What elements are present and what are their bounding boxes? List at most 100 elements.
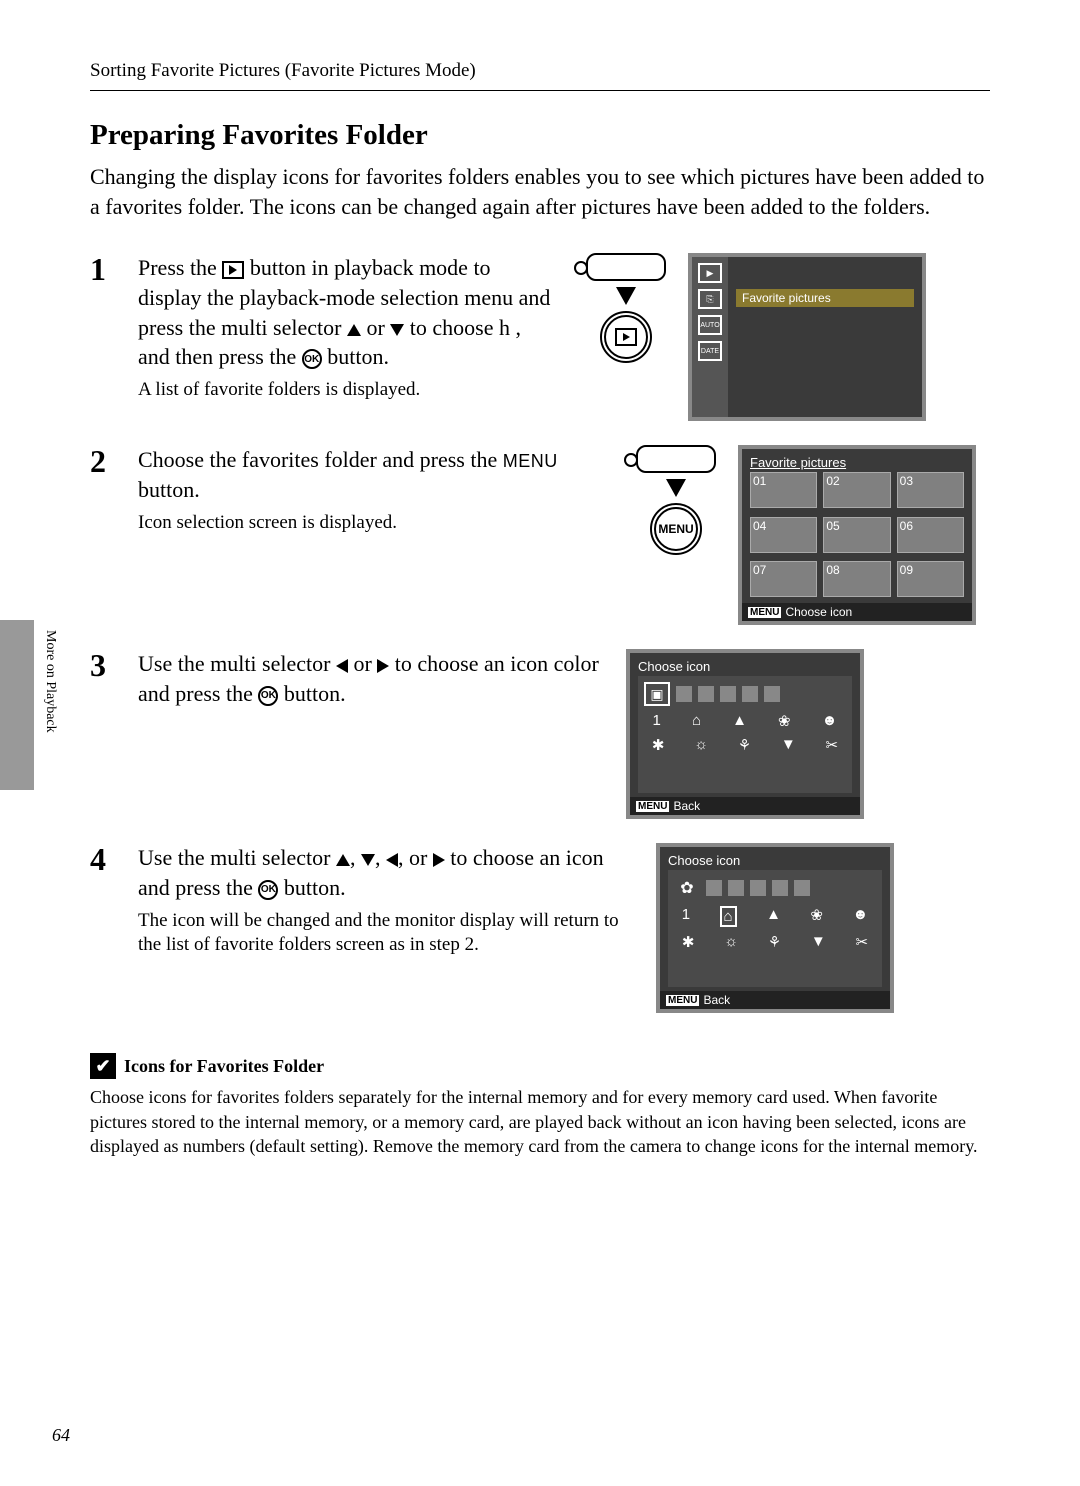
folder-thumb: 01: [750, 472, 817, 508]
color-swatch: [698, 686, 714, 702]
section-title: Preparing Favorites Folder: [90, 119, 990, 152]
folder-thumb: 03: [897, 472, 964, 508]
icon-option: ✱: [682, 933, 695, 951]
step-subtext: A list of favorite folders is displayed.: [138, 378, 558, 403]
icon-option: ☼: [724, 933, 738, 951]
arrow-down-icon: [390, 324, 404, 336]
ok-icon: OK: [258, 686, 278, 706]
lcd-title: Favorite pictures: [750, 455, 964, 470]
camera-button-diagram: [576, 253, 676, 363]
icon-option: ✂: [826, 736, 839, 754]
icon-option: ✱: [652, 736, 665, 754]
lcd-footer-text: Choose icon: [785, 605, 852, 619]
step: 1 Press the button in playback mode to d…: [90, 253, 990, 421]
icon-option: ❀: [778, 712, 791, 730]
icon-option: ⚘: [738, 736, 751, 754]
step-subtext: The icon will be changed and the monitor…: [138, 909, 638, 958]
camera-button-diagram: MENU: [626, 445, 726, 555]
menu-text-icon: MENU: [503, 451, 558, 471]
icon-option: ▼: [781, 736, 796, 754]
lcd-title: Choose icon: [638, 659, 852, 674]
running-header: Sorting Favorite Pictures (Favorite Pict…: [90, 60, 990, 82]
folder-thumb: 06: [897, 517, 964, 553]
step-number: 1: [90, 253, 120, 421]
menu-badge-icon: MENU: [636, 801, 669, 812]
color-swatch: [742, 686, 758, 702]
menu-button-icon: MENU: [654, 507, 698, 551]
step: 3 Use the multi selector or to choose an…: [90, 649, 990, 819]
icon-option: ▲: [732, 712, 747, 730]
chapter-tab: [0, 620, 34, 790]
step-instruction: Press the button in playback mode to dis…: [138, 253, 558, 372]
chapter-label: More on Playback: [42, 630, 58, 733]
icon-option: ⌂: [692, 712, 701, 730]
icon-option: ⚘: [768, 933, 781, 951]
folder-thumb: 04: [750, 517, 817, 553]
arrow-up-icon: [336, 854, 350, 866]
arrow-left-icon: [386, 853, 398, 867]
mode-icon: DATE: [698, 341, 722, 361]
color-swatch: [706, 880, 722, 896]
step-instruction: Use the multi selector or to choose an i…: [138, 649, 608, 708]
menu-badge-icon: MENU: [666, 995, 699, 1006]
color-swatch: [764, 686, 780, 702]
lcd-title: Choose icon: [668, 853, 882, 868]
arrow-left-icon: [336, 659, 348, 673]
mode-icon: ⎘: [698, 289, 722, 309]
icon-option: ☻: [822, 712, 838, 730]
lcd-highlighted-option: Favorite pictures: [736, 289, 914, 307]
arrow-down-icon: [361, 854, 375, 866]
step: 2 Choose the favorites folder and press …: [90, 445, 990, 625]
color-swatch: [720, 686, 736, 702]
step-number: 3: [90, 649, 120, 819]
checkmark-icon: ✔: [90, 1053, 116, 1079]
note-body: Choose icons for favorites folders separ…: [90, 1085, 990, 1158]
folder-thumb: 05: [823, 517, 890, 553]
menu-badge-icon: MENU: [748, 607, 781, 618]
color-swatch: [772, 880, 788, 896]
playback-icon: [615, 328, 637, 346]
color-swatch: [676, 686, 692, 702]
icon-option: ✂: [856, 933, 869, 951]
color-swatch: [750, 880, 766, 896]
color-swatch: [794, 880, 810, 896]
lcd-screen-choose-icon: Choose icon ▣ 1 ⌂ ▲: [626, 649, 864, 819]
folder-thumb: 09: [897, 561, 964, 597]
folder-thumb: 02: [823, 472, 890, 508]
folder-thumb: 08: [823, 561, 890, 597]
lcd-screen-choose-icon: Choose icon ✿ 1 ⌂ ▲: [656, 843, 894, 1013]
selected-color-box: ▣: [644, 682, 670, 706]
icon-option: ⌂: [720, 906, 737, 927]
note-block: ✔ Icons for Favorites Folder Choose icon…: [90, 1053, 990, 1158]
ok-icon: OK: [302, 349, 322, 369]
step: 4 Use the multi selector , , , or to cho…: [90, 843, 990, 1013]
playback-icon: [222, 261, 244, 279]
mode-icon: ▶: [698, 263, 722, 283]
lcd-screen-playback-menu: ▶ ⎘ AUTO DATE Favorite pictures: [688, 253, 926, 421]
steps-list: 1 Press the button in playback mode to d…: [90, 253, 990, 1013]
color-swatch: [728, 880, 744, 896]
note-heading: Icons for Favorites Folder: [124, 1056, 324, 1077]
icon-option: ▼: [811, 933, 826, 951]
arrow-right-icon: [433, 853, 445, 867]
step-number: 4: [90, 843, 120, 1013]
icon-option: ☼: [694, 736, 708, 754]
selected-color-box: ✿: [674, 876, 700, 900]
icon-option: ❀: [810, 906, 823, 927]
manual-page: More on Playback Sorting Favorite Pictur…: [0, 0, 1080, 1486]
folder-thumb: 07: [750, 561, 817, 597]
arrow-right-icon: [377, 659, 389, 673]
step-number: 2: [90, 445, 120, 625]
lcd-footer-text: Back: [703, 993, 730, 1007]
step-instruction: Use the multi selector , , , or to choos…: [138, 843, 638, 902]
step-instruction: Choose the favorites folder and press th…: [138, 445, 608, 504]
header-divider: [90, 90, 990, 91]
mode-icon: AUTO: [698, 315, 722, 335]
icon-option: ▲: [766, 906, 781, 927]
step-subtext: Icon selection screen is displayed.: [138, 511, 608, 536]
page-number: 64: [52, 1425, 70, 1446]
icon-option: 1: [682, 906, 690, 927]
icon-option: 1: [653, 712, 661, 730]
lcd-screen-folder-grid: Favorite pictures 01 02 03 04 05 06 07 0…: [738, 445, 976, 625]
lcd-footer-text: Back: [673, 799, 700, 813]
